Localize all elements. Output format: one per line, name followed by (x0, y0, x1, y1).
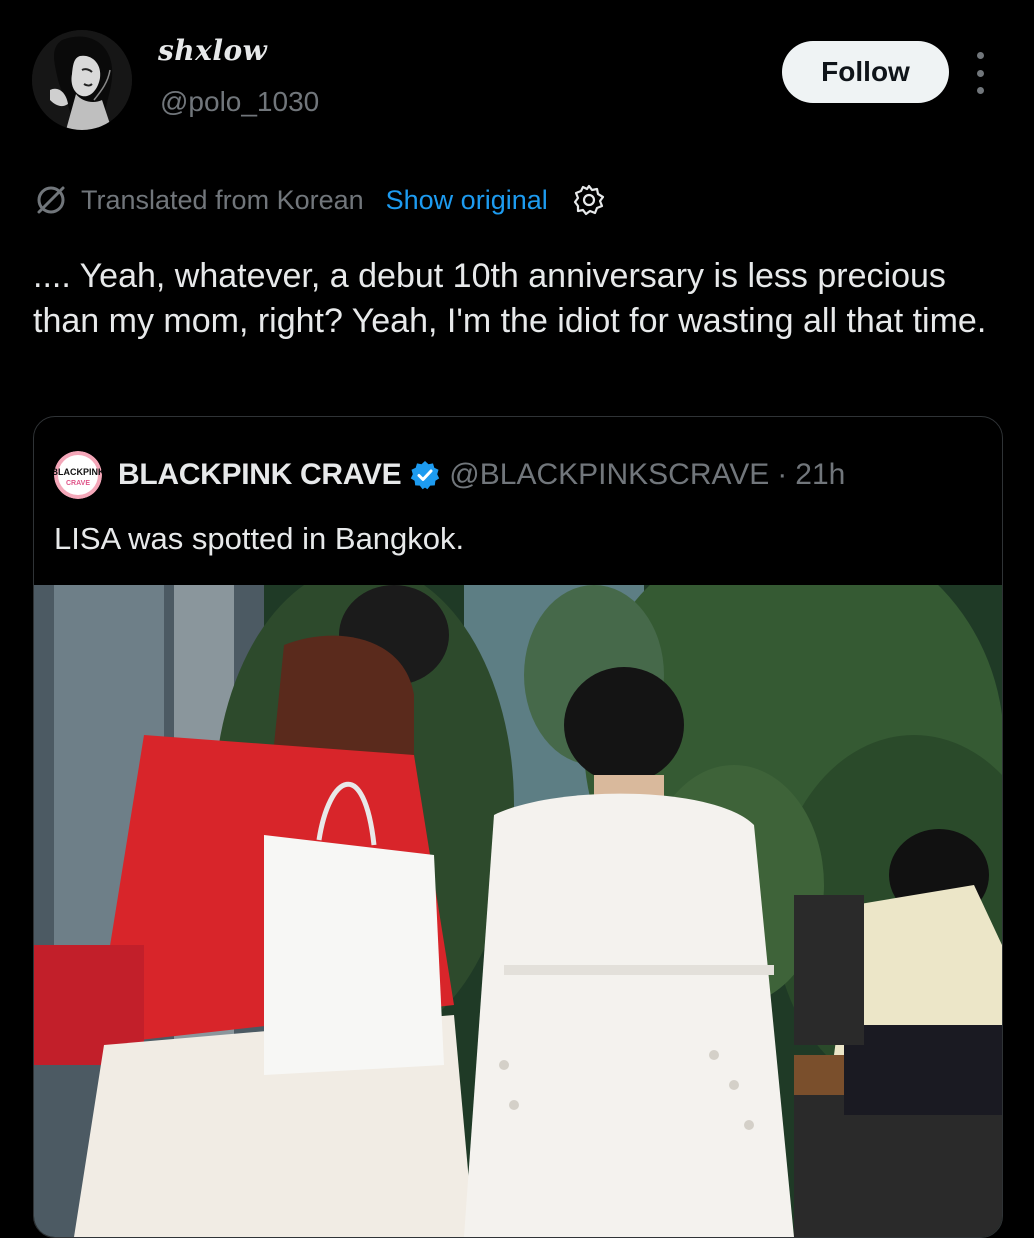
author-handle[interactable]: @polo_1030 (160, 86, 319, 118)
logo-line2: CRAVE (66, 480, 90, 487)
quoted-author-handle[interactable]: @BLACKPINKSCRAVE (449, 458, 769, 492)
tweet-text: .... Yeah, whatever, a debut 10th annive… (33, 257, 987, 340)
follow-button[interactable]: Follow (782, 41, 949, 103)
quoted-author-avatar[interactable]: BLACKPINK CRAVE (54, 451, 102, 499)
author-display-name[interactable]: shxlow (158, 34, 267, 67)
tweet-page: shxlow @polo_1030 Follow Translated from… (0, 0, 1034, 1238)
separator-dot: · (777, 458, 788, 491)
quoted-tweet-card[interactable]: BLACKPINK CRAVE BLACKPINK CRAVE @BLACKPI… (33, 416, 1003, 1238)
quoted-tweet-photo[interactable] (34, 585, 1002, 1237)
quoted-tweet-time[interactable]: 21h (795, 458, 845, 492)
translate-icon (37, 186, 65, 214)
translation-row: Translated from Korean Show original (33, 180, 606, 220)
more-options-icon[interactable] (968, 52, 992, 94)
show-original-link[interactable]: Show original (386, 185, 548, 216)
gear-icon[interactable] (572, 183, 606, 217)
author-avatar[interactable] (32, 30, 132, 130)
translation-note: Translated from Korean (81, 184, 364, 215)
logo-line1: BLACKPINK (54, 467, 102, 477)
photo-image (34, 585, 1002, 1237)
blackpink-crave-logo: BLACKPINK CRAVE (54, 451, 102, 499)
quoted-tweet-header: BLACKPINK CRAVE BLACKPINK CRAVE @BLACKPI… (54, 451, 845, 499)
avatar-image (32, 30, 132, 130)
quoted-author-name[interactable]: BLACKPINK CRAVE (118, 458, 402, 492)
quoted-tweet-text: LISA was spotted in Bangkok. (54, 521, 465, 556)
verified-badge-icon (411, 461, 440, 490)
